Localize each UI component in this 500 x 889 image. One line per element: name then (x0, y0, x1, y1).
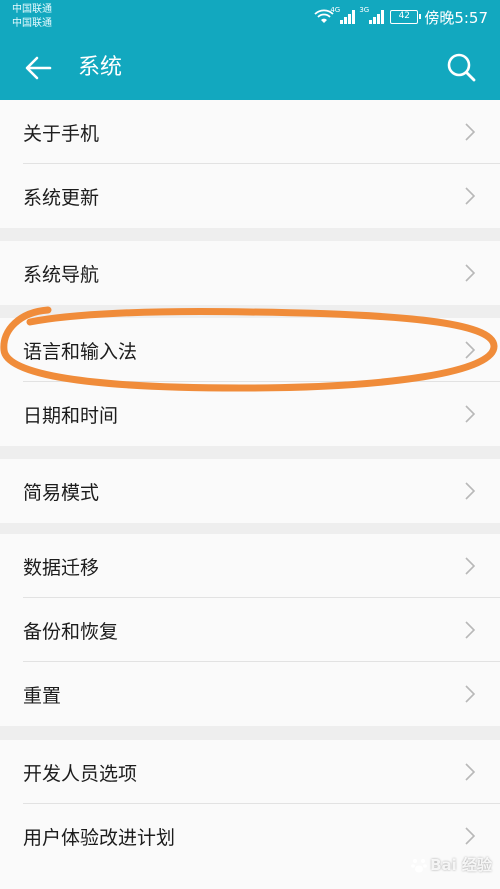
watermark-text: Bai 经验 (430, 856, 492, 874)
settings-item-language-input[interactable]: 语言和输入法 (0, 318, 500, 382)
settings-item-date-time[interactable]: 日期和时间 (0, 382, 500, 446)
settings-item-reset[interactable]: 重置 (0, 662, 500, 726)
settings-item-label: 数据迁移 (23, 556, 100, 579)
page-title: 系统 (78, 55, 123, 80)
arrow-left-icon[interactable] (22, 52, 54, 84)
chevron-right-icon (465, 187, 476, 205)
status-bar: 中国联通 中国联通 4G 3G 42 傍晚5:57 (0, 0, 500, 36)
carrier-2: 中国联通 (12, 18, 52, 29)
settings-item-label: 日期和时间 (23, 404, 119, 427)
signal-2-icon: 3G (359, 6, 385, 24)
settings-item-simple-mode[interactable]: 简易模式 (0, 459, 500, 523)
settings-item-label: 系统导航 (23, 263, 100, 286)
search-icon[interactable] (446, 52, 476, 82)
status-icons: 4G 3G 42 傍晚5:57 (314, 6, 488, 28)
battery-icon: 42 (390, 10, 422, 24)
settings-item-label: 简易模式 (23, 481, 100, 504)
chevron-right-icon (465, 685, 476, 703)
settings-item-about-phone[interactable]: 关于手机 (0, 100, 500, 164)
chevron-right-icon (465, 264, 476, 282)
settings-group-5: 数据迁移 备份和恢复 重置 (0, 534, 500, 726)
settings-item-developer-options[interactable]: 开发人员选项 (0, 740, 500, 804)
settings-item-label: 备份和恢复 (23, 620, 119, 643)
signal-2-label: 3G (359, 6, 370, 14)
settings-item-label: 重置 (23, 684, 62, 707)
settings-item-data-migration[interactable]: 数据迁移 (0, 534, 500, 598)
chevron-right-icon (465, 763, 476, 781)
settings-item-label: 用户体验改进计划 (23, 826, 176, 849)
settings-group-4: 简易模式 (0, 459, 500, 523)
settings-group-1: 关于手机 系统更新 (0, 100, 500, 228)
chevron-right-icon (465, 341, 476, 359)
paw-icon (411, 858, 427, 872)
settings-item-label: 关于手机 (23, 122, 100, 145)
carrier-1: 中国联通 (12, 4, 52, 15)
chevron-right-icon (465, 405, 476, 423)
chevron-right-icon (465, 827, 476, 845)
settings-item-system-navigation[interactable]: 系统导航 (0, 241, 500, 305)
settings-item-backup-restore[interactable]: 备份和恢复 (0, 598, 500, 662)
chevron-right-icon (465, 482, 476, 500)
settings-item-system-update[interactable]: 系统更新 (0, 164, 500, 228)
watermark: Bai 经验 (410, 854, 492, 875)
settings-item-label: 语言和输入法 (23, 340, 138, 363)
settings-group-2: 系统导航 (0, 241, 500, 305)
signal-1-icon: 4G (330, 6, 356, 24)
clock: 傍晚5:57 (424, 8, 488, 27)
chevron-right-icon (465, 557, 476, 575)
settings-group-3: 语言和输入法 日期和时间 (0, 318, 500, 446)
chevron-right-icon (465, 621, 476, 639)
signal-1-label: 4G (330, 6, 341, 14)
top-bar: 中国联通 中国联通 4G 3G 42 傍晚5:57 系统 (0, 0, 500, 100)
settings-item-label: 系统更新 (23, 186, 100, 209)
settings-item-label: 开发人员选项 (23, 762, 138, 785)
chevron-right-icon (465, 123, 476, 141)
carrier-labels: 中国联通 中国联通 (12, 3, 52, 31)
